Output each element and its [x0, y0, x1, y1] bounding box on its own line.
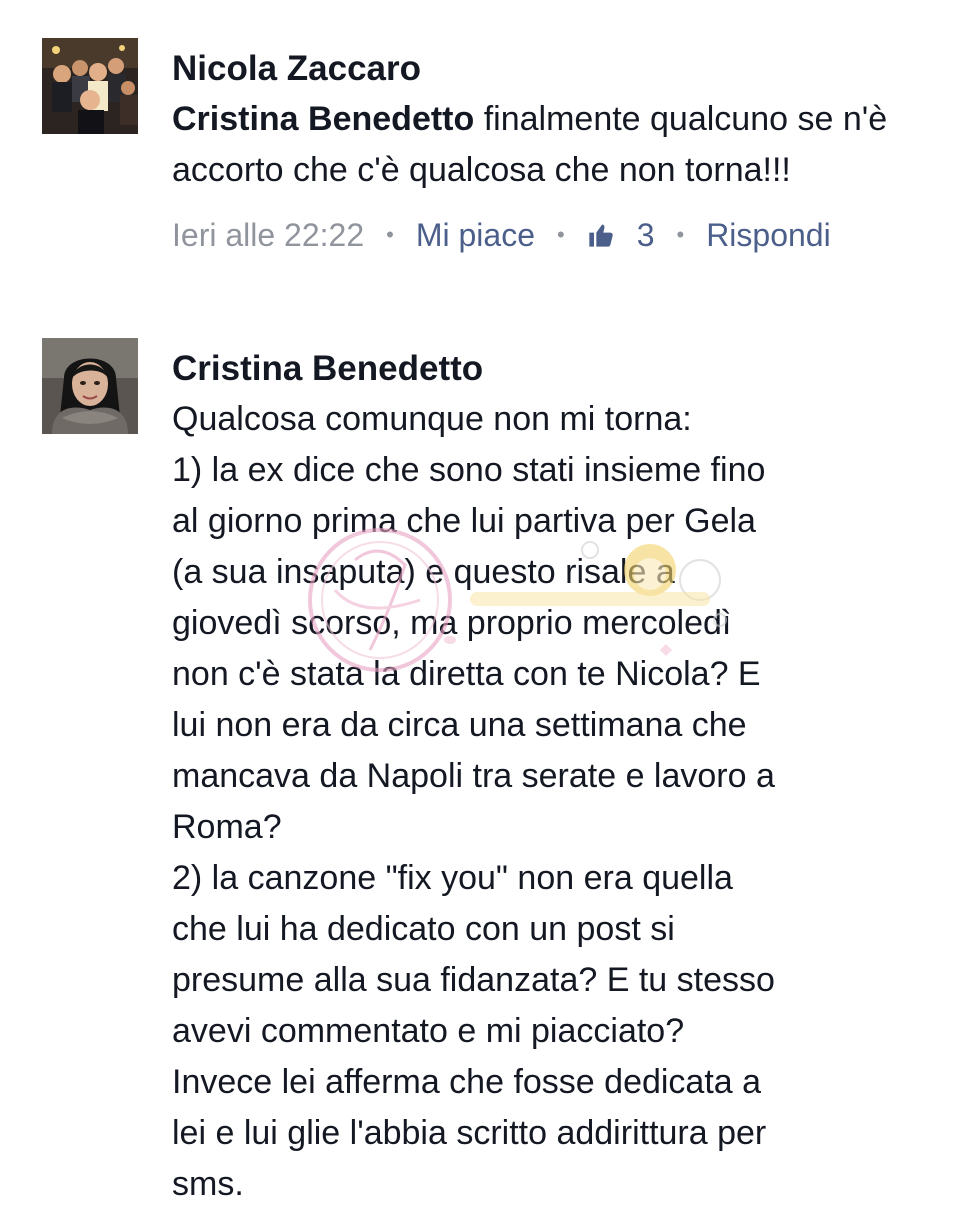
- like-count-number: 3: [636, 217, 655, 253]
- comment-author[interactable]: Cristina Benedetto: [172, 344, 932, 394]
- comment-line: Invece lei afferma che fosse dedicata a: [172, 1063, 762, 1101]
- comment-line: 1) la ex dice che sono stati insieme fin…: [172, 451, 766, 489]
- avatar[interactable]: [42, 38, 138, 134]
- comment-line: Qualcosa comunque non mi torna:: [172, 400, 692, 438]
- comment-line: sms.: [172, 1165, 244, 1203]
- comment-line: (a sua insaputa) e questo risale a: [172, 553, 675, 591]
- comment-text: Cristina Benedetto finalmente qualcuno s…: [172, 94, 932, 196]
- thumbs-up-icon: [589, 224, 613, 247]
- separator-dot: •: [676, 222, 685, 247]
- separator-dot: •: [386, 222, 394, 247]
- comment-author[interactable]: Nicola Zaccaro: [172, 44, 932, 94]
- comment-line: giovedì scorso, ma proprio mercoledì: [172, 604, 732, 642]
- comment-line: Roma?: [172, 808, 282, 846]
- avatar[interactable]: [42, 338, 138, 434]
- comment-text: Qualcosa comunque non mi torna: 1) la ex …: [172, 394, 932, 1210]
- comment-line: lui non era da circa una settimana che: [172, 706, 747, 744]
- profile-photo-avatar-icon: [42, 338, 138, 434]
- separator-dot: •: [556, 222, 565, 247]
- comment-line: 2) la canzone "fix you" non era quella: [172, 859, 733, 897]
- like-count[interactable]: 3: [587, 210, 655, 260]
- comment-timestamp[interactable]: Ieri alle 22:22: [172, 210, 364, 260]
- comment-line: presume alla sua fidanzata? E tu stesso: [172, 961, 775, 999]
- mention-link[interactable]: Cristina Benedetto: [172, 100, 474, 138]
- comment-line: lei e lui glie l'abbia scritto addirittu…: [172, 1114, 767, 1152]
- like-button[interactable]: Mi piace: [416, 210, 535, 260]
- comment-actions: Ieri alle 22:22 • Mi piace • 3 • Rispond…: [172, 210, 932, 260]
- comment-line: non c'è stata la diretta con te Nicola? …: [172, 655, 761, 693]
- comment-line: al giorno prima che lui partiva per Gela: [172, 502, 756, 540]
- reply-button[interactable]: Rispondi: [706, 210, 831, 260]
- group-photo-avatar-icon: [42, 38, 138, 134]
- comment-line: che lui ha dedicato con un post si: [172, 910, 675, 948]
- comment-line: mancava da Napoli tra serate e lavoro a: [172, 757, 775, 795]
- comment-line: avevi commentato e mi piacciato?: [172, 1012, 685, 1050]
